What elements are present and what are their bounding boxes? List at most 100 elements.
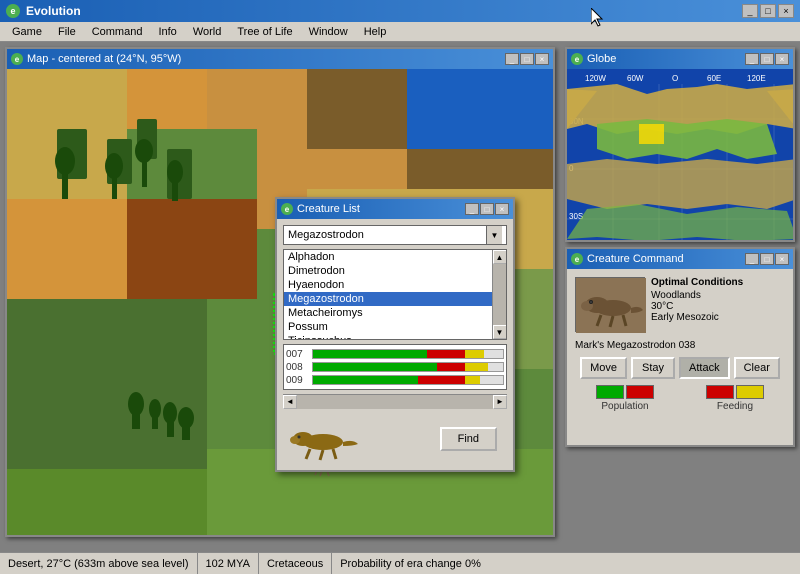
- creature-command-minimize[interactable]: _: [745, 253, 759, 265]
- listbox-scrollbar[interactable]: ▲ ▼: [492, 250, 506, 339]
- scroll-track[interactable]: [493, 264, 507, 325]
- feeding-bar-yellow: [736, 385, 764, 399]
- menu-command[interactable]: Command: [84, 24, 151, 40]
- status-probability: Probability of era change 0%: [332, 553, 800, 574]
- feeding-label: Feeding: [717, 401, 753, 412]
- creature-command-title: Creature Command: [587, 253, 745, 265]
- menu-game[interactable]: Game: [4, 24, 50, 40]
- creature-list-window: e Creature List _ □ × Megazostrodon ▼ Al…: [275, 197, 515, 472]
- globe-minimize[interactable]: _: [745, 53, 759, 65]
- creature-bottom: Find: [283, 414, 507, 464]
- close-button[interactable]: ×: [778, 4, 794, 18]
- stay-button[interactable]: Stay: [631, 357, 675, 379]
- globe-svg: 120W 60W O 60E 120E 30N 0 30S: [567, 69, 793, 240]
- progress-bar-008: [312, 362, 504, 372]
- creature-command-maximize[interactable]: □: [760, 253, 774, 265]
- list-item-dimetrodon[interactable]: Dimetrodon: [284, 264, 492, 278]
- progress-label-007: 007: [286, 349, 310, 360]
- globe-window: e Globe _ □ × 120W 60W O 60E 120E: [565, 47, 795, 242]
- dropdown-arrow[interactable]: ▼: [486, 226, 502, 244]
- time-text: 102 MYA: [206, 558, 250, 570]
- scroll-left-button[interactable]: ◄: [283, 395, 297, 409]
- progress-section: 007 008 009: [283, 344, 507, 390]
- move-button[interactable]: Move: [580, 357, 627, 379]
- creature-list-controls: _ □ ×: [465, 203, 509, 215]
- progress-row-009: 009: [286, 374, 504, 386]
- creature-list-svg: [283, 414, 363, 464]
- menu-file[interactable]: File: [50, 24, 84, 40]
- app-icon: e: [6, 4, 20, 18]
- population-label: Population: [601, 401, 648, 412]
- creature-name-label: Mark's Megazostrodon 038: [575, 340, 785, 351]
- dropdown-value: Megazostrodon: [288, 229, 364, 241]
- globe-controls: _ □ ×: [745, 53, 789, 65]
- creature-listbox-container: Alphadon Dimetrodon Hyaenodon Megazostro…: [283, 249, 507, 340]
- globe-content[interactable]: 120W 60W O 60E 120E 30N 0 30S: [567, 69, 793, 240]
- menu-info[interactable]: Info: [150, 24, 184, 40]
- creature-command-window: e Creature Command _ □ ×: [565, 247, 795, 447]
- creature-info-row: Optimal Conditions Woodlands 30°C Early …: [575, 277, 785, 332]
- progress-row-007: 007: [286, 348, 504, 360]
- scroll-h-track[interactable]: [297, 395, 493, 409]
- app-title: Evolution: [26, 4, 742, 18]
- progress-label-008: 008: [286, 362, 310, 373]
- menu-help[interactable]: Help: [356, 24, 395, 40]
- probability-text: Probability of era change 0%: [340, 558, 481, 570]
- status-bar: Desert, 27°C (633m above sea level) 102 …: [0, 552, 800, 574]
- creature-command-title-bar: e Creature Command _ □ ×: [567, 249, 793, 269]
- scroll-right-button[interactable]: ►: [493, 395, 507, 409]
- svg-text:60E: 60E: [707, 74, 721, 83]
- creature-list-minimize[interactable]: _: [465, 203, 479, 215]
- creature-command-close[interactable]: ×: [775, 253, 789, 265]
- svg-text:O: O: [672, 74, 678, 83]
- scroll-down-button[interactable]: ▼: [493, 325, 507, 339]
- command-buttons: Move Stay Attack Clear: [575, 357, 785, 379]
- progress-bar-007: [312, 349, 504, 359]
- era-text: Cretaceous: [267, 558, 323, 570]
- map-close-button[interactable]: ×: [535, 53, 549, 65]
- attack-button[interactable]: Attack: [679, 357, 730, 379]
- map-minimize-button[interactable]: _: [505, 53, 519, 65]
- population-bar-green: [596, 385, 624, 399]
- creature-dropdown[interactable]: Megazostrodon ▼: [283, 225, 507, 245]
- optimal-conditions-title: Optimal Conditions: [651, 277, 785, 288]
- list-item-megazostrodon[interactable]: Megazostrodon: [284, 292, 492, 306]
- creature-list-close[interactable]: ×: [495, 203, 509, 215]
- list-item-alphadon[interactable]: Alphadon: [284, 250, 492, 264]
- scroll-up-button[interactable]: ▲: [493, 250, 507, 264]
- list-item-hyaenodon[interactable]: Hyaenodon: [284, 278, 492, 292]
- globe-title-bar: e Globe _ □ ×: [567, 49, 793, 69]
- map-title-bar: e Map - centered at (24°N, 95°W) _ □ ×: [7, 49, 553, 69]
- find-button[interactable]: Find: [440, 427, 497, 451]
- progress-label-009: 009: [286, 375, 310, 386]
- creature-command-controls: _ □ ×: [745, 253, 789, 265]
- list-item-possum[interactable]: Possum: [284, 320, 492, 334]
- feeding-bar-red: [706, 385, 734, 399]
- status-location: Desert, 27°C (633m above sea level): [0, 553, 198, 574]
- list-item-ticinosuchus[interactable]: Ticinosuchus: [284, 334, 492, 339]
- creature-list-content: Megazostrodon ▼ Alphadon Dimetrodon Hyae…: [277, 219, 513, 470]
- map-maximize-button[interactable]: □: [520, 53, 534, 65]
- creature-list-maximize[interactable]: □: [480, 203, 494, 215]
- menu-window[interactable]: Window: [301, 24, 356, 40]
- minimize-button[interactable]: _: [742, 4, 758, 18]
- list-item-metacheiromys[interactable]: Metacheiromys: [284, 306, 492, 320]
- globe-maximize[interactable]: □: [760, 53, 774, 65]
- creature-listbox[interactable]: Alphadon Dimetrodon Hyaenodon Megazostro…: [284, 250, 492, 339]
- clear-button[interactable]: Clear: [734, 357, 780, 379]
- svg-text:120E: 120E: [747, 74, 766, 83]
- map-window-controls: _ □ ×: [505, 53, 549, 65]
- status-time: 102 MYA: [198, 553, 259, 574]
- horizontal-scrollbar[interactable]: ◄ ►: [283, 394, 507, 408]
- condition-woodlands: Woodlands: [651, 290, 785, 301]
- location-text: Desert, 27°C (633m above sea level): [8, 558, 189, 570]
- globe-close[interactable]: ×: [775, 53, 789, 65]
- maximize-button[interactable]: □: [760, 4, 776, 18]
- menu-tree-of-life[interactable]: Tree of Life: [229, 24, 300, 40]
- creature-thumbnail: [575, 277, 645, 332]
- population-bar-red: [626, 385, 654, 399]
- globe-window-icon: e: [571, 53, 583, 65]
- map-window-icon: e: [11, 53, 23, 65]
- feeding-col: Feeding: [706, 385, 764, 412]
- menu-world[interactable]: World: [185, 24, 230, 40]
